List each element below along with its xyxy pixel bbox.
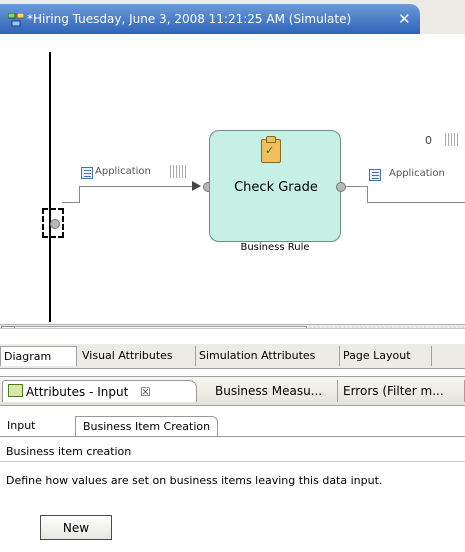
connection-line-in[interactable] (79, 186, 193, 187)
scroll-thumb[interactable] (14, 326, 307, 328)
task-type-label: Business Rule (240, 242, 310, 253)
connection-segment (79, 186, 80, 203)
editor-tab-bar: *Hiring Tuesday, June 3, 2008 11:21:25 A… (0, 0, 465, 34)
diagram-canvas[interactable]: Application Check Grade Business Rule Ap… (0, 34, 465, 329)
tab-close-icon[interactable]: ☒ (140, 385, 151, 399)
tab-diagram[interactable]: Diagram (0, 346, 77, 366)
tab-errors[interactable]: Errors (Filter m... (338, 380, 465, 402)
queue-meter (445, 133, 458, 146)
swimlane-line (49, 52, 51, 322)
diagram-tab-bar: Diagram Visual Attributes Simulation Att… (0, 344, 465, 369)
task-name: Check Grade (234, 180, 318, 195)
scroll-left-arrow-icon[interactable]: ◀ (1, 326, 15, 328)
connection-segment (367, 202, 465, 203)
business-rule-icon (261, 136, 281, 163)
tab-input[interactable]: Input (0, 416, 42, 436)
property-sub-tabs: Input Business Item Creation (0, 414, 465, 437)
horizontal-scrollbar[interactable]: ◀ (0, 324, 465, 328)
application-data-icon (369, 169, 381, 181)
scroll-track[interactable] (308, 326, 465, 328)
selected-start-node[interactable] (42, 208, 64, 238)
section-description: Define how values are set on business it… (6, 474, 383, 487)
tab-page-layout[interactable]: Page Layout (340, 346, 432, 366)
connection-label-out: Application (389, 168, 445, 179)
attributes-icon (8, 384, 23, 397)
task-check-grade[interactable]: Check Grade (209, 130, 341, 242)
tab-business-item-creation[interactable]: Business Item Creation (75, 416, 219, 436)
token-count: 0 (425, 134, 432, 147)
arrow-head (192, 181, 201, 191)
view-tab-bar: Attributes - Input ☒ Business Measu... E… (0, 376, 465, 406)
new-button[interactable]: New (40, 515, 112, 540)
process-icon (8, 13, 24, 27)
connection-segment (367, 186, 368, 202)
tab-business-measures[interactable]: Business Measu... (210, 380, 338, 402)
editor-tab[interactable]: *Hiring Tuesday, June 3, 2008 11:21:25 A… (0, 4, 420, 34)
tab-attributes-label: Attributes - Input (26, 385, 129, 399)
editor-tab-title: *Hiring Tuesday, June 3, 2008 11:21:25 A… (27, 12, 352, 26)
section-title: Business item creation (0, 442, 465, 462)
start-port[interactable] (50, 219, 60, 229)
tab-simulation-attributes[interactable]: Simulation Attributes (196, 346, 340, 366)
close-icon[interactable]: ✕ (398, 10, 411, 28)
queue-meter (170, 165, 186, 178)
tab-attributes-input[interactable]: Attributes - Input ☒ (2, 380, 197, 402)
output-port[interactable] (336, 182, 346, 192)
tab-visual-attributes[interactable]: Visual Attributes (79, 346, 196, 366)
connection-label-in: Application (95, 166, 151, 177)
connection-line-out[interactable] (345, 186, 367, 187)
connection-segment (62, 202, 79, 203)
application-data-icon (81, 167, 93, 179)
